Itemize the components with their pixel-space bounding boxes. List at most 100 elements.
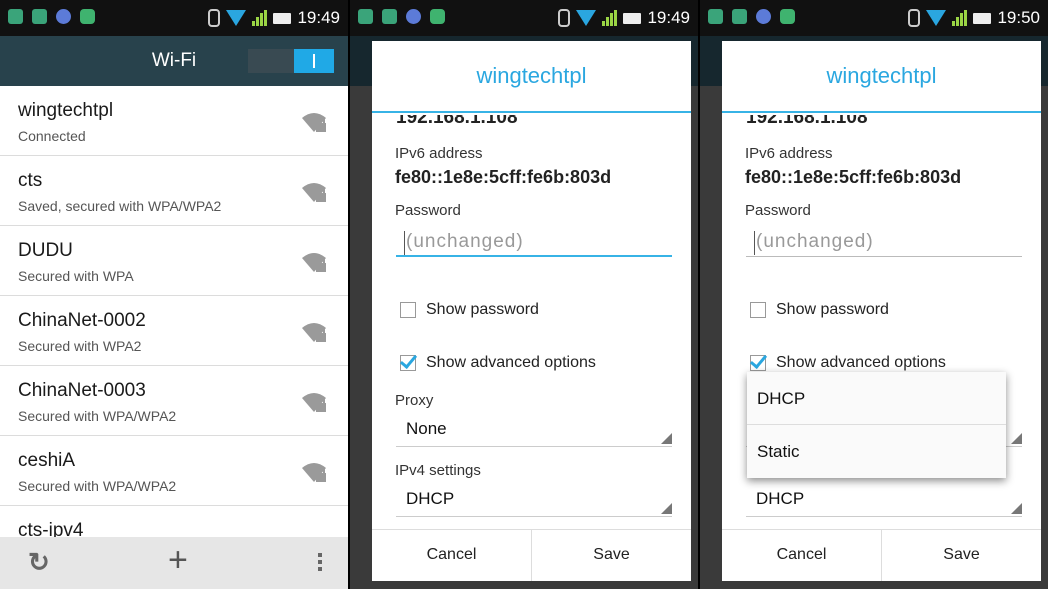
text-cursor bbox=[404, 231, 405, 255]
ipv4-settings-label: IPv4 settings bbox=[395, 462, 481, 479]
wifi-toggle[interactable] bbox=[248, 49, 334, 73]
mail-icon bbox=[732, 9, 747, 24]
dialog-title: wingtechtpl bbox=[372, 41, 691, 113]
network-name: cts bbox=[18, 170, 43, 191]
bluetooth-icon bbox=[208, 9, 221, 27]
checkbox[interactable] bbox=[400, 302, 416, 318]
wifi-lock-icon bbox=[302, 393, 326, 412]
status-bar: 19:50 bbox=[700, 0, 1048, 36]
network-status: Secured with WPA2 bbox=[18, 338, 142, 354]
overflow-menu-icon[interactable] bbox=[318, 553, 322, 574]
ipv4-address-value: 192.168.1.108 bbox=[746, 115, 868, 128]
action-bar: Wi-Fi bbox=[0, 36, 348, 86]
bottom-action-bar: ↻ + bbox=[0, 537, 348, 589]
network-item[interactable]: ceshiA Secured with WPA/WPA2 bbox=[0, 436, 348, 506]
show-password-checkbox[interactable]: Show password bbox=[750, 301, 889, 319]
dialog-content[interactable]: 192.168.1.108 IPv6 address fe80::1e8e:5c… bbox=[372, 115, 691, 527]
notification-icon bbox=[8, 9, 23, 24]
save-button[interactable]: Save bbox=[532, 530, 691, 581]
network-item[interactable]: ChinaNet-0003 Secured with WPA/WPA2 bbox=[0, 366, 348, 436]
dialog-title: wingtechtpl bbox=[722, 41, 1041, 113]
mail-icon bbox=[382, 9, 397, 24]
network-name: wingtechtpl bbox=[18, 100, 114, 121]
checkbox[interactable] bbox=[750, 302, 766, 318]
network-name: DUDU bbox=[18, 240, 73, 261]
show-password-checkbox[interactable]: Show password bbox=[400, 301, 539, 319]
status-bar: 19:49 bbox=[350, 0, 698, 36]
proxy-value: None bbox=[406, 419, 447, 438]
network-item[interactable]: cts Saved, secured with WPA/WPA2 bbox=[0, 156, 348, 226]
network-status: Secured with WPA bbox=[18, 268, 134, 284]
dialog-buttons: Cancel Save bbox=[372, 529, 691, 581]
password-placeholder: (unchanged) bbox=[756, 231, 874, 252]
network-item[interactable]: wingtechtpl Connected bbox=[0, 86, 348, 156]
android-icon bbox=[430, 9, 445, 24]
network-status: Saved, secured with WPA/WPA2 bbox=[18, 198, 222, 214]
clock: 19:49 bbox=[297, 8, 340, 27]
network-item[interactable]: DUDU Secured with WPA bbox=[0, 226, 348, 296]
wps-refresh-icon[interactable]: ↻ bbox=[28, 547, 50, 578]
option-static[interactable]: Static bbox=[747, 425, 1006, 478]
wifi-signal-icon bbox=[576, 10, 597, 26]
network-dialog: wingtechtpl 192.168.1.108 IPv6 address f… bbox=[722, 41, 1041, 581]
wifi-lock-icon bbox=[302, 323, 326, 342]
network-status: Secured with WPA/WPA2 bbox=[18, 478, 177, 494]
dropdown-arrow-icon bbox=[1011, 503, 1022, 514]
ipv6-label: IPv6 address bbox=[745, 145, 833, 162]
password-label: Password bbox=[745, 202, 811, 219]
show-advanced-checkbox[interactable]: Show advanced options bbox=[750, 354, 946, 372]
network-status: Connected bbox=[18, 128, 86, 144]
notification-icon bbox=[358, 9, 373, 24]
dropdown-arrow-icon bbox=[661, 503, 672, 514]
cell-signal-icon bbox=[952, 10, 968, 26]
network-name: ceshiA bbox=[18, 450, 76, 471]
checkbox-checked[interactable] bbox=[750, 355, 766, 371]
toggle-knob bbox=[294, 49, 334, 73]
ipv4-settings-value: DHCP bbox=[756, 489, 805, 508]
network-dialog-dropdown-screen: 19:50 wingtechtpl 192.168.1.108 IPv6 add… bbox=[700, 0, 1048, 589]
wifi-signal-icon bbox=[926, 10, 947, 26]
checkbox-checked[interactable] bbox=[400, 355, 416, 371]
network-status: Secured with WPA/WPA2 bbox=[18, 408, 177, 424]
cell-signal-icon bbox=[602, 10, 618, 26]
battery-icon bbox=[973, 12, 992, 24]
battery-icon bbox=[623, 12, 642, 24]
checkbox-label: Show password bbox=[426, 301, 539, 318]
app-icon bbox=[406, 9, 421, 24]
option-dhcp[interactable]: DHCP bbox=[747, 372, 1006, 425]
dropdown-arrow-icon bbox=[661, 433, 672, 444]
show-advanced-checkbox[interactable]: Show advanced options bbox=[400, 354, 596, 372]
password-input[interactable]: (unchanged) bbox=[746, 227, 1022, 257]
android-icon bbox=[780, 9, 795, 24]
password-label: Password bbox=[395, 202, 461, 219]
checkbox-label: Show advanced options bbox=[426, 354, 596, 371]
ip-settings-popup-menu: DHCP Static bbox=[747, 372, 1006, 478]
wifi-signal-icon bbox=[226, 10, 247, 26]
password-input[interactable]: (unchanged) bbox=[396, 227, 672, 257]
bluetooth-icon bbox=[558, 9, 571, 27]
ipv4-settings-value: DHCP bbox=[406, 489, 455, 508]
text-cursor bbox=[754, 231, 755, 255]
app-icon bbox=[56, 9, 71, 24]
network-dialog: wingtechtpl 192.168.1.108 IPv6 address f… bbox=[372, 41, 691, 581]
password-placeholder: (unchanged) bbox=[406, 231, 524, 252]
cancel-button[interactable]: Cancel bbox=[722, 530, 882, 581]
add-network-icon[interactable]: + bbox=[168, 541, 188, 580]
clock: 19:50 bbox=[997, 8, 1040, 27]
proxy-dropdown[interactable]: None bbox=[396, 411, 672, 447]
ipv6-label: IPv6 address bbox=[395, 145, 483, 162]
ipv6-value: fe80::1e8e:5cff:fe6b:803d bbox=[745, 167, 962, 187]
dropdown-arrow-icon bbox=[1011, 433, 1022, 444]
ipv4-settings-dropdown[interactable]: DHCP bbox=[746, 481, 1022, 517]
save-button[interactable]: Save bbox=[882, 530, 1041, 581]
clock: 19:49 bbox=[647, 8, 690, 27]
bluetooth-icon bbox=[908, 9, 921, 27]
cancel-button[interactable]: Cancel bbox=[372, 530, 532, 581]
ipv4-settings-dropdown[interactable]: DHCP bbox=[396, 481, 672, 517]
checkbox-label: Show password bbox=[776, 301, 889, 318]
wifi-lock-icon bbox=[302, 253, 326, 272]
ipv4-address-value: 192.168.1.108 bbox=[396, 115, 518, 128]
status-bar: 19:49 bbox=[0, 0, 348, 36]
app-icon bbox=[756, 9, 771, 24]
network-item[interactable]: ChinaNet-0002 Secured with WPA2 bbox=[0, 296, 348, 366]
